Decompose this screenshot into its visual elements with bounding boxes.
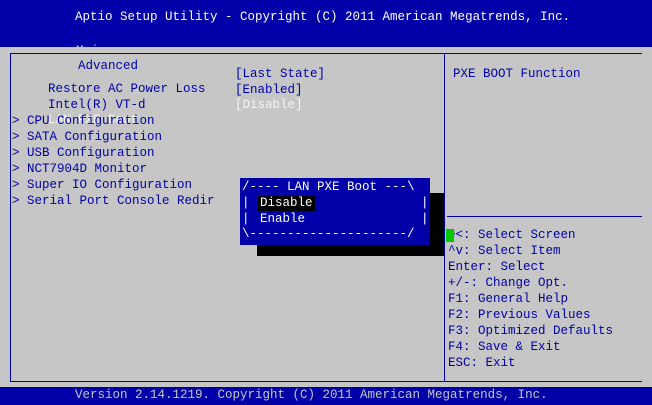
- popup-option-disable[interactable]: Disable: [258, 196, 315, 211]
- app-title: Aptio Setup Utility - Copyright (C) 2011…: [75, 10, 571, 24]
- help-key-f1: F1: General Help: [448, 292, 569, 306]
- help-key-f4: F4: Save & Exit: [448, 340, 561, 354]
- submenu-sata[interactable]: > SATA Configuration: [12, 130, 162, 145]
- popup-title: /---- LAN PXE Boot ---\: [242, 180, 415, 194]
- tab-main[interactable]: Main: [76, 44, 106, 58]
- cursor-block: [446, 229, 454, 242]
- setting-value-vtd[interactable]: [Enabled]: [235, 83, 303, 98]
- help-key-select-screen: ><: Select Screen: [448, 228, 576, 242]
- help-separator: [447, 216, 642, 217]
- help-description: PXE BOOT Function: [453, 67, 581, 81]
- frame-left-border: [10, 53, 11, 381]
- footer-text: Version 2.14.1219. Copyright (C) 2011 Am…: [75, 388, 548, 402]
- frame-divider: [444, 53, 445, 381]
- popup-left-edge: |: [242, 196, 250, 210]
- submenu-usb[interactable]: > USB Configuration: [12, 146, 155, 161]
- help-key-f3: F3: Optimized Defaults: [448, 324, 614, 338]
- popup-right-edge: |: [421, 196, 429, 210]
- help-key-esc: ESC: Exit: [448, 356, 516, 370]
- help-key-select-item: ^v: Select Item: [448, 244, 561, 258]
- submenu-cpu[interactable]: > CPU Configuration: [12, 114, 155, 129]
- lan-pxe-boot-popup: /---- LAN PXE Boot ---\ | | Disable | | …: [240, 178, 430, 245]
- setting-value-lan-pxe[interactable]: [Disable]: [235, 98, 303, 113]
- help-key-f2: F2: Previous Values: [448, 308, 591, 322]
- submenu-serial-console[interactable]: > Serial Port Console Redir: [12, 194, 215, 209]
- popup-right-edge-2: |: [421, 212, 429, 226]
- popup-bottom: \---------------------/: [242, 227, 415, 241]
- help-key-change-opt: +/-: Change Opt.: [448, 276, 569, 290]
- setting-value-restore-ac[interactable]: [Last State]: [235, 67, 325, 82]
- frame-bottom-border: [10, 381, 642, 382]
- popup-option-enable[interactable]: Enable: [260, 212, 305, 227]
- footer-bar: Version 2.14.1219. Copyright (C) 2011 Am…: [0, 387, 652, 405]
- submenu-super-io[interactable]: > Super IO Configuration: [12, 178, 192, 193]
- frame-top-border: [10, 53, 642, 54]
- submenu-nct7904d[interactable]: > NCT7904D Monitor: [12, 162, 147, 177]
- help-key-enter: Enter: Select: [448, 260, 546, 274]
- popup-left-edge-2: |: [242, 212, 250, 226]
- title-bar: Aptio Setup Utility - Copyright (C) 2011…: [0, 0, 652, 133]
